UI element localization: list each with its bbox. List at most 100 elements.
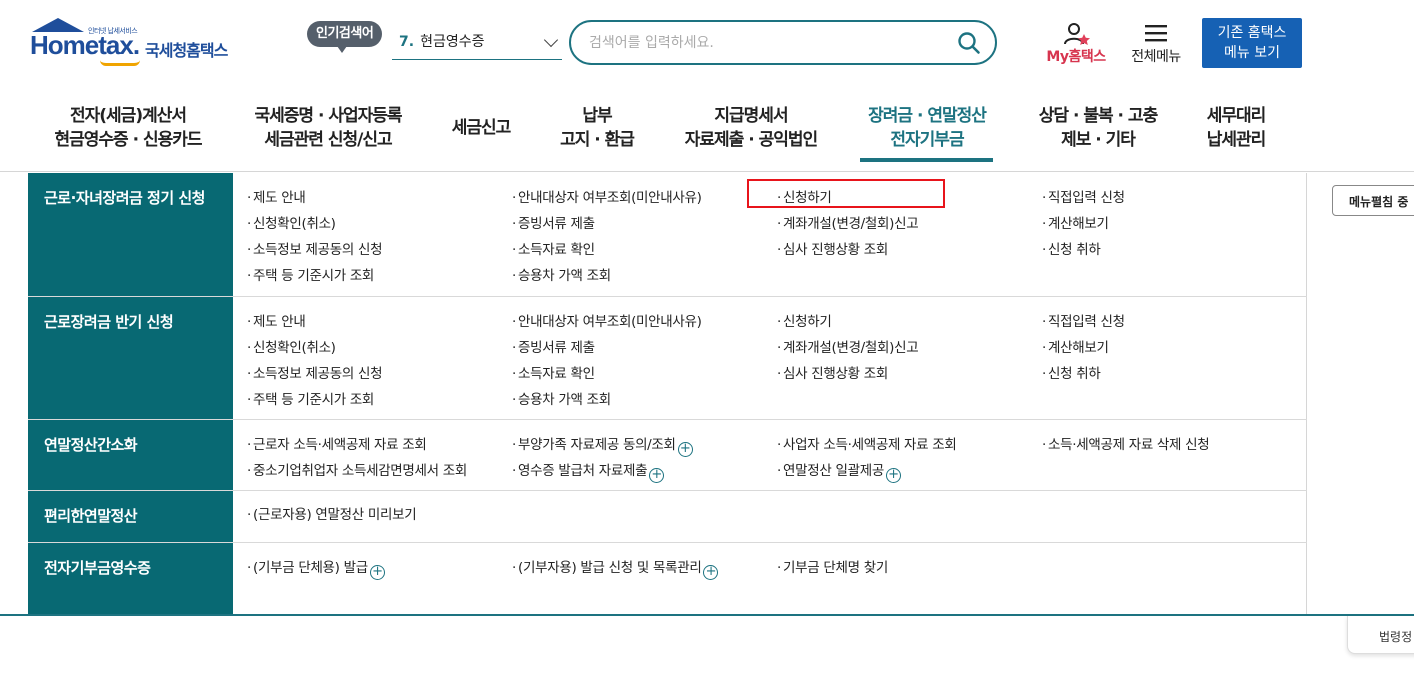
link-guide[interactable]: 제도 안내 (247, 310, 306, 330)
link-eligibility-check[interactable]: 안내대상자 여부조회(미안내사유) (512, 310, 702, 330)
link-apply[interactable]: 신청하기 (777, 186, 832, 206)
gnb-line1: 세무대리 (1206, 106, 1267, 126)
section-title: 편리한연말정산 (28, 491, 233, 542)
link-find-org[interactable]: 기부금 단체명 찾기 (777, 556, 888, 576)
link-withdraw[interactable]: 신청 취하 (1042, 238, 1101, 258)
gnb-line1: 납부 (582, 106, 612, 126)
link-calculate[interactable]: 계산해보기 (1042, 336, 1109, 356)
logo-swoosh-icon (100, 60, 140, 66)
link-donor-issue-wrap: (기부자용) 발급 신청 및 목록관리+ (512, 556, 719, 580)
all-menu-button[interactable]: 전체메뉴 (1124, 20, 1188, 66)
section-eitc-half: 근로장려금 반기 신청 제도 안내 안내대상자 여부조회(미안내사유) 신청하기… (28, 297, 1307, 420)
link-receipt-submit[interactable]: 영수증 발급처 자료제출 (518, 463, 647, 479)
section-title: 근로장려금 반기 신청 (28, 297, 233, 419)
link-house-price[interactable]: 주택 등 기준시가 조회 (247, 264, 374, 284)
gnb-active-indicator (860, 158, 993, 162)
gnb-line2: 자료제출 · 공익법인 (684, 130, 818, 150)
link-direct-input[interactable]: 직접입력 신청 (1042, 186, 1125, 206)
popular-search-select[interactable]: 7. 현금영수증 (392, 26, 562, 60)
gnb-payment-statement[interactable]: 지급명세서자료제출 · 공익법인 (676, 104, 826, 152)
section-easy-yearend: 편리한연말정산 (근로자용) 연말정산 미리보기 (28, 491, 1307, 543)
plus-circle-icon[interactable]: + (703, 565, 719, 580)
link-bulk-provide[interactable]: 연말정산 일괄제공 (783, 463, 884, 479)
link-apply[interactable]: 신청하기 (777, 310, 832, 330)
gnb-incentive[interactable]: 장려금 · 연말정산 전자기부금 (856, 104, 998, 152)
legacy-menu-button[interactable]: 기존 홈택스 메뉴 보기 (1202, 18, 1302, 68)
section-title: 연말정산간소화 (28, 420, 233, 490)
link-income-check[interactable]: 소득자료 확인 (512, 362, 595, 382)
plus-circle-icon[interactable]: + (369, 565, 385, 580)
logo-brand-ko: 국세청홈택스 (145, 41, 228, 60)
gnb-tax-agent[interactable]: 세무대리 납세관리 (1198, 104, 1274, 152)
link-receipt-submit-wrap: 영수증 발급처 자료제출+ (512, 459, 665, 483)
search-icon[interactable] (957, 31, 981, 55)
link-income-consent[interactable]: 소득정보 제공동의 신청 (247, 238, 382, 258)
link-direct-input[interactable]: 직접입력 신청 (1042, 310, 1125, 330)
search-input[interactable] (589, 31, 949, 55)
link-bulk-provide-wrap: 연말정산 일괄제공+ (777, 459, 901, 483)
gnb-consult[interactable]: 상담 · 불복 · 고충제보 · 기타 (1030, 104, 1166, 152)
link-house-price[interactable]: 주택 등 기준시가 조회 (247, 388, 374, 408)
section-title: 전자기부금영수증 (28, 543, 233, 615)
link-eligibility-check[interactable]: 안내대상자 여부조회(미안내사유) (512, 186, 702, 206)
gnb-line1: 세금신고 (451, 118, 512, 138)
gnb-tax-report[interactable]: 세금신고 (446, 116, 516, 140)
link-income-consent[interactable]: 소득정보 제공동의 신청 (247, 362, 382, 382)
gnb-payment[interactable]: 납부고지 · 환급 (552, 104, 642, 152)
link-donor-issue[interactable]: (기부자용) 발급 신청 및 목록관리 (518, 560, 702, 576)
link-delete-request[interactable]: 소득·세액공제 자료 삭제 신청 (1042, 433, 1210, 453)
link-account-report[interactable]: 계좌개설(변경/철회)신고 (777, 212, 919, 232)
menu-collapse-button[interactable]: 메뉴펼침 중 (1332, 185, 1414, 216)
gnb-line1: 국세증명 · 사업자등록 (254, 106, 402, 126)
gnb-certificate[interactable]: 국세증명 · 사업자등록 세금관련 신청/신고 (246, 104, 410, 152)
my-hometax-label: My홈택스 (1046, 49, 1106, 65)
gnb-einvoice[interactable]: 전자(세금)계산서 현금영수증 · 신용카드 (48, 104, 208, 152)
link-review-status[interactable]: 심사 진행상황 조회 (777, 362, 888, 382)
link-org-issue[interactable]: (기부금 단체용) 발급 (253, 560, 368, 576)
hometax-logo[interactable]: 인터넷 납세서비스 Hometax. 국세청홈택스 (30, 18, 245, 70)
link-dependent-consent-wrap: 부양가족 자료제공 동의/조회+ (512, 433, 693, 457)
legacy-line1: 기존 홈택스 (1217, 25, 1287, 41)
link-business-deduction[interactable]: 사업자 소득·세액공제 자료 조회 (777, 433, 957, 453)
all-menu-label: 전체메뉴 (1131, 49, 1181, 65)
gnb-line1: 지급명세서 (714, 106, 788, 126)
gnb-line1: 상담 · 불복 · 고충 (1038, 106, 1158, 126)
link-car-price[interactable]: 승용차 가액 조회 (512, 264, 611, 284)
gnb-line2: 전자기부금 (890, 130, 964, 150)
my-hometax-button[interactable]: My홈택스 (1040, 20, 1112, 66)
link-yearend-preview[interactable]: (근로자용) 연말정산 미리보기 (247, 503, 417, 523)
section-title: 근로·자녀장려금 정기 신청 (28, 173, 233, 296)
link-confirm-cancel[interactable]: 신청확인(취소) (247, 336, 336, 356)
gnb-line2: 제보 · 기타 (1061, 130, 1136, 150)
link-review-status[interactable]: 심사 진행상황 조회 (777, 238, 888, 258)
link-confirm-cancel[interactable]: 신청확인(취소) (247, 212, 336, 232)
submenu-panel: 근로·자녀장려금 정기 신청 제도 안내 안내대상자 여부조회(미안내사유) 신… (28, 173, 1307, 615)
link-account-report[interactable]: 계좌개설(변경/철회)신고 (777, 336, 919, 356)
link-guide[interactable]: 제도 안내 (247, 186, 306, 206)
link-car-price[interactable]: 승용차 가액 조회 (512, 388, 611, 408)
link-sme-reduction[interactable]: 중소기업취업자 소득세감면명세서 조회 (247, 459, 467, 479)
link-submit-documents[interactable]: 증빙서류 제출 (512, 336, 595, 356)
plus-circle-icon[interactable]: + (649, 468, 665, 483)
plus-circle-icon[interactable]: + (677, 442, 693, 457)
section-donation-receipt: 전자기부금영수증 (기부금 단체용) 발급+ (기부자용) 발급 신청 및 목록… (28, 543, 1307, 615)
user-icon (1064, 23, 1090, 45)
link-org-issue-wrap: (기부금 단체용) 발급+ (247, 556, 385, 580)
plus-circle-icon[interactable]: + (885, 468, 901, 483)
link-deduction-lookup[interactable]: 근로자 소득·세액공제 자료 조회 (247, 433, 427, 453)
section-eitc-regular: 근로·자녀장려금 정기 신청 제도 안내 안내대상자 여부조회(미안내사유) 신… (28, 173, 1307, 297)
side-card-label: 법령정 (1379, 630, 1413, 644)
side-quick-card[interactable]: 법령정 (1347, 616, 1414, 654)
link-dependent-consent[interactable]: 부양가족 자료제공 동의/조회 (518, 437, 676, 453)
gnb-line2: 고지 · 환급 (560, 130, 635, 150)
search-box (569, 20, 997, 65)
section-yearend-simple: 연말정산간소화 근로자 소득·세액공제 자료 조회 부양가족 자료제공 동의/조… (28, 420, 1307, 491)
link-submit-documents[interactable]: 증빙서류 제출 (512, 212, 595, 232)
chevron-down-icon (543, 32, 559, 48)
hamburger-icon (1145, 25, 1167, 42)
link-calculate[interactable]: 계산해보기 (1042, 212, 1109, 232)
legacy-line2: 메뉴 보기 (1224, 45, 1280, 61)
link-withdraw[interactable]: 신청 취하 (1042, 362, 1101, 382)
popular-term: 현금영수증 (420, 34, 485, 50)
link-income-check[interactable]: 소득자료 확인 (512, 238, 595, 258)
